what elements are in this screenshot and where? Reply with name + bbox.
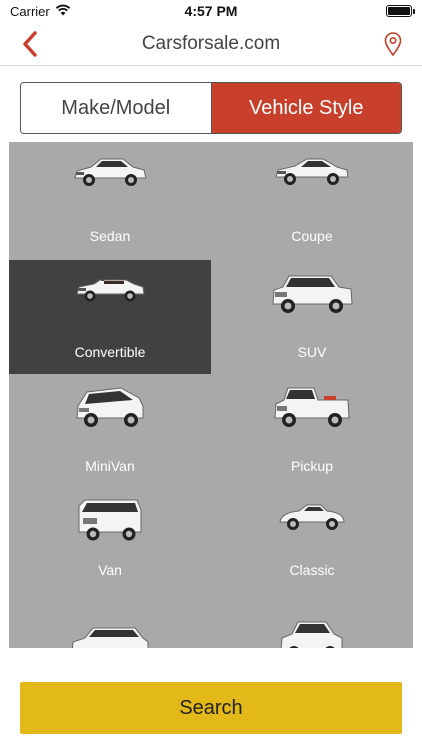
vehicle-style-van[interactable]: Van (9, 486, 211, 592)
vehicle-style-label: Van (98, 562, 122, 578)
tab-make-model[interactable]: Make/Model (21, 83, 212, 133)
tab-vehicle-style[interactable]: Vehicle Style (211, 83, 401, 133)
navigation-bar: Carsforsale.com (0, 22, 422, 66)
vehicle-style-label: Convertible (74, 344, 146, 360)
search-mode-segmented-control: Make/Model Vehicle Style (20, 82, 402, 134)
vehicle-style-label: MiniVan (85, 458, 135, 474)
convertible-car-image (76, 275, 145, 302)
vehicle-style-hatchback[interactable] (211, 592, 413, 648)
minivan-car-image (76, 387, 144, 427)
vehicle-style-minivan[interactable]: MiniVan (9, 374, 211, 486)
suv-car-image (272, 275, 353, 313)
vehicle-style-pickup[interactable]: Pickup (211, 374, 413, 486)
vehicle-style-label: SUV (297, 344, 327, 360)
status-bar: Carrier 4:57 PM (0, 0, 422, 22)
pickup-car-image (274, 387, 350, 427)
classic-car-image (279, 504, 345, 530)
vehicle-style-wagon[interactable] (9, 592, 211, 648)
sedan-car-image (74, 158, 147, 186)
location-button[interactable] (378, 29, 408, 59)
vehicle-style-label: Classic (289, 562, 335, 578)
vehicle-style-sedan[interactable]: Sedan (9, 142, 211, 260)
carrier-label: Carrier (10, 3, 50, 19)
hatchback-car-image (280, 621, 343, 648)
van-car-image (78, 499, 142, 541)
vehicle-style-grid: Sedan Coupe Convertible SUV MiniVan Pick… (9, 142, 413, 648)
battery-icon (386, 5, 415, 17)
carrier-group: Carrier (10, 4, 71, 19)
vehicle-style-suv[interactable]: SUV (211, 260, 413, 374)
chevron-left-icon (23, 31, 37, 57)
vehicle-style-label: Sedan (89, 228, 131, 244)
map-pin-icon (384, 32, 402, 57)
vehicle-style-classic[interactable]: Classic (211, 486, 413, 592)
search-button[interactable]: Search (20, 682, 402, 734)
vehicle-style-convertible[interactable]: Convertible (9, 260, 211, 374)
vehicle-style-label: Coupe (291, 228, 333, 244)
vehicle-style-coupe[interactable]: Coupe (211, 142, 413, 260)
coupe-car-image (275, 158, 349, 185)
back-button[interactable] (14, 28, 46, 60)
wagon-car-image (71, 627, 149, 648)
app-title: Carsforsale.com (141, 33, 281, 54)
vehicle-style-label: Pickup (290, 458, 334, 474)
wifi-icon (55, 4, 71, 19)
